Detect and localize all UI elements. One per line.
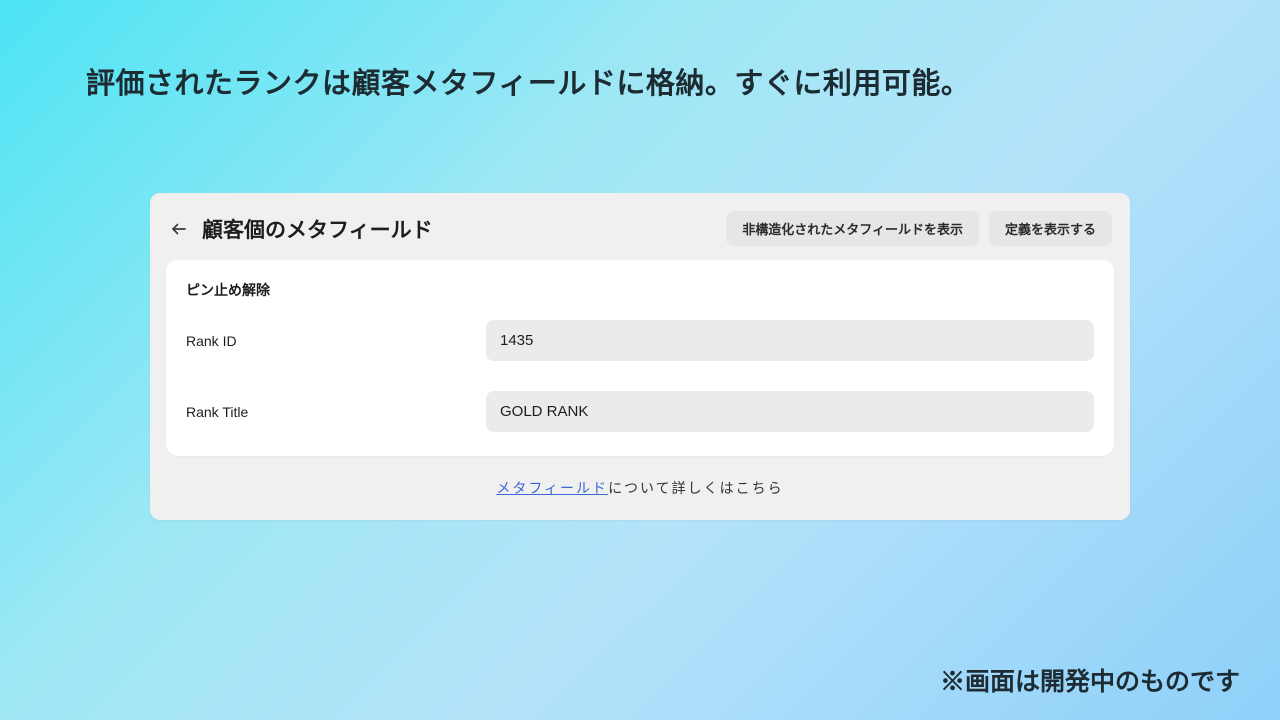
back-arrow-icon[interactable] <box>168 218 190 240</box>
field-row-rank-title: Rank Title GOLD RANK <box>186 391 1094 432</box>
disclaimer-note: ※画面は開発中のものです <box>940 662 1240 698</box>
field-label-rank-id: Rank ID <box>186 333 486 349</box>
footer-link-row: メタフィールドについて詳しくはこちら <box>166 456 1114 498</box>
field-value-rank-title[interactable]: GOLD RANK <box>486 391 1094 432</box>
metafield-docs-link[interactable]: メタフィールド <box>496 480 608 496</box>
show-definition-button[interactable]: 定義を表示する <box>989 211 1112 246</box>
footer-link-suffix: について詳しくはこちら <box>608 480 784 496</box>
panel-header-right: 非構造化されたメタフィールドを表示 定義を表示する <box>726 211 1112 246</box>
page-headline: 評価されたランクは顧客メタフィールドに格納。すぐに利用可能。 <box>86 60 970 102</box>
field-row-rank-id: Rank ID 1435 <box>186 320 1094 361</box>
panel-header-left: 顧客個のメタフィールド <box>168 214 433 244</box>
field-value-rank-id[interactable]: 1435 <box>486 320 1094 361</box>
field-label-rank-title: Rank Title <box>186 404 486 420</box>
panel-header: 顧客個のメタフィールド 非構造化されたメタフィールドを表示 定義を表示する <box>166 203 1114 260</box>
panel-title: 顧客個のメタフィールド <box>202 214 433 244</box>
unpin-label[interactable]: ピン止め解除 <box>186 280 1094 300</box>
show-unstructured-button[interactable]: 非構造化されたメタフィールドを表示 <box>726 211 979 246</box>
metafield-panel: 顧客個のメタフィールド 非構造化されたメタフィールドを表示 定義を表示する ピン… <box>150 193 1130 520</box>
metafield-card: ピン止め解除 Rank ID 1435 Rank Title GOLD RANK <box>166 260 1114 456</box>
